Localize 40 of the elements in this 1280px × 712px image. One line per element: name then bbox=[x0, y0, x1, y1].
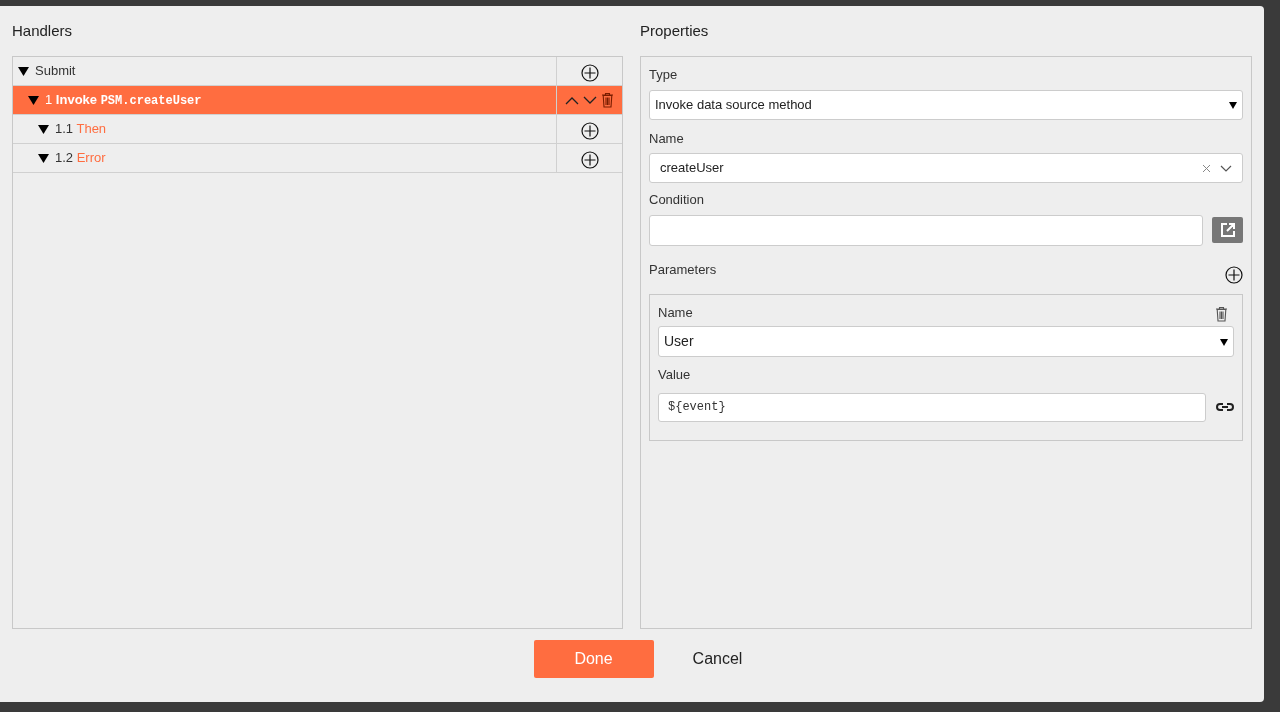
field-label: Condition bbox=[649, 191, 705, 209]
caret-down-icon[interactable] bbox=[38, 153, 49, 163]
panel-title: Properties bbox=[640, 21, 710, 41]
trash-icon[interactable] bbox=[1215, 305, 1228, 322]
section-label: Parameters bbox=[649, 260, 717, 279]
caret-down-icon[interactable] bbox=[28, 95, 39, 105]
link-icon[interactable] bbox=[1216, 402, 1234, 412]
tree-row[interactable]: Submit bbox=[13, 57, 622, 86]
field-label: Name bbox=[649, 129, 685, 148]
cancel-button[interactable]: Cancel bbox=[669, 640, 766, 678]
field-label: Type bbox=[649, 66, 679, 84]
dropdown-arrow-icon[interactable] bbox=[1220, 337, 1228, 346]
branch-label: 1.2 Error bbox=[55, 149, 106, 168]
add-icon[interactable] bbox=[580, 151, 599, 169]
tree-row[interactable]: 1.1 Then bbox=[13, 115, 622, 144]
clear-icon[interactable] bbox=[1203, 164, 1210, 172]
branch-label: 1.1 Then bbox=[55, 120, 107, 139]
dropdown-arrow-icon[interactable] bbox=[1229, 100, 1237, 109]
handler-label: Submit bbox=[35, 62, 76, 81]
chevron-down-icon[interactable] bbox=[583, 95, 597, 105]
add-icon[interactable] bbox=[580, 122, 599, 140]
trash-icon[interactable] bbox=[601, 92, 614, 108]
caret-down-icon[interactable] bbox=[18, 66, 29, 76]
chevron-down-icon[interactable] bbox=[1220, 164, 1232, 172]
add-icon[interactable] bbox=[580, 64, 599, 82]
type-select[interactable]: Invoke data source method bbox=[649, 89, 1243, 120]
tree-row[interactable]: 1.2 Error bbox=[13, 144, 622, 173]
condition-field[interactable] bbox=[649, 214, 1203, 246]
add-icon[interactable] bbox=[1225, 265, 1243, 284]
field-label: Value bbox=[658, 366, 692, 384]
open-editor-button[interactable] bbox=[1212, 217, 1243, 243]
parameter-value-field[interactable]: ${event} bbox=[658, 392, 1206, 422]
panel-title: Handlers bbox=[12, 21, 74, 41]
field-label: Name bbox=[658, 303, 693, 322]
chevron-up-icon[interactable] bbox=[565, 95, 579, 105]
caret-down-icon[interactable] bbox=[38, 124, 49, 134]
name-select[interactable]: createUser bbox=[649, 153, 1243, 183]
parameter-name-select[interactable]: User bbox=[658, 326, 1234, 357]
action-label: 1 Invoke PSM.createUser bbox=[45, 91, 202, 110]
external-link-icon bbox=[1219, 222, 1236, 238]
